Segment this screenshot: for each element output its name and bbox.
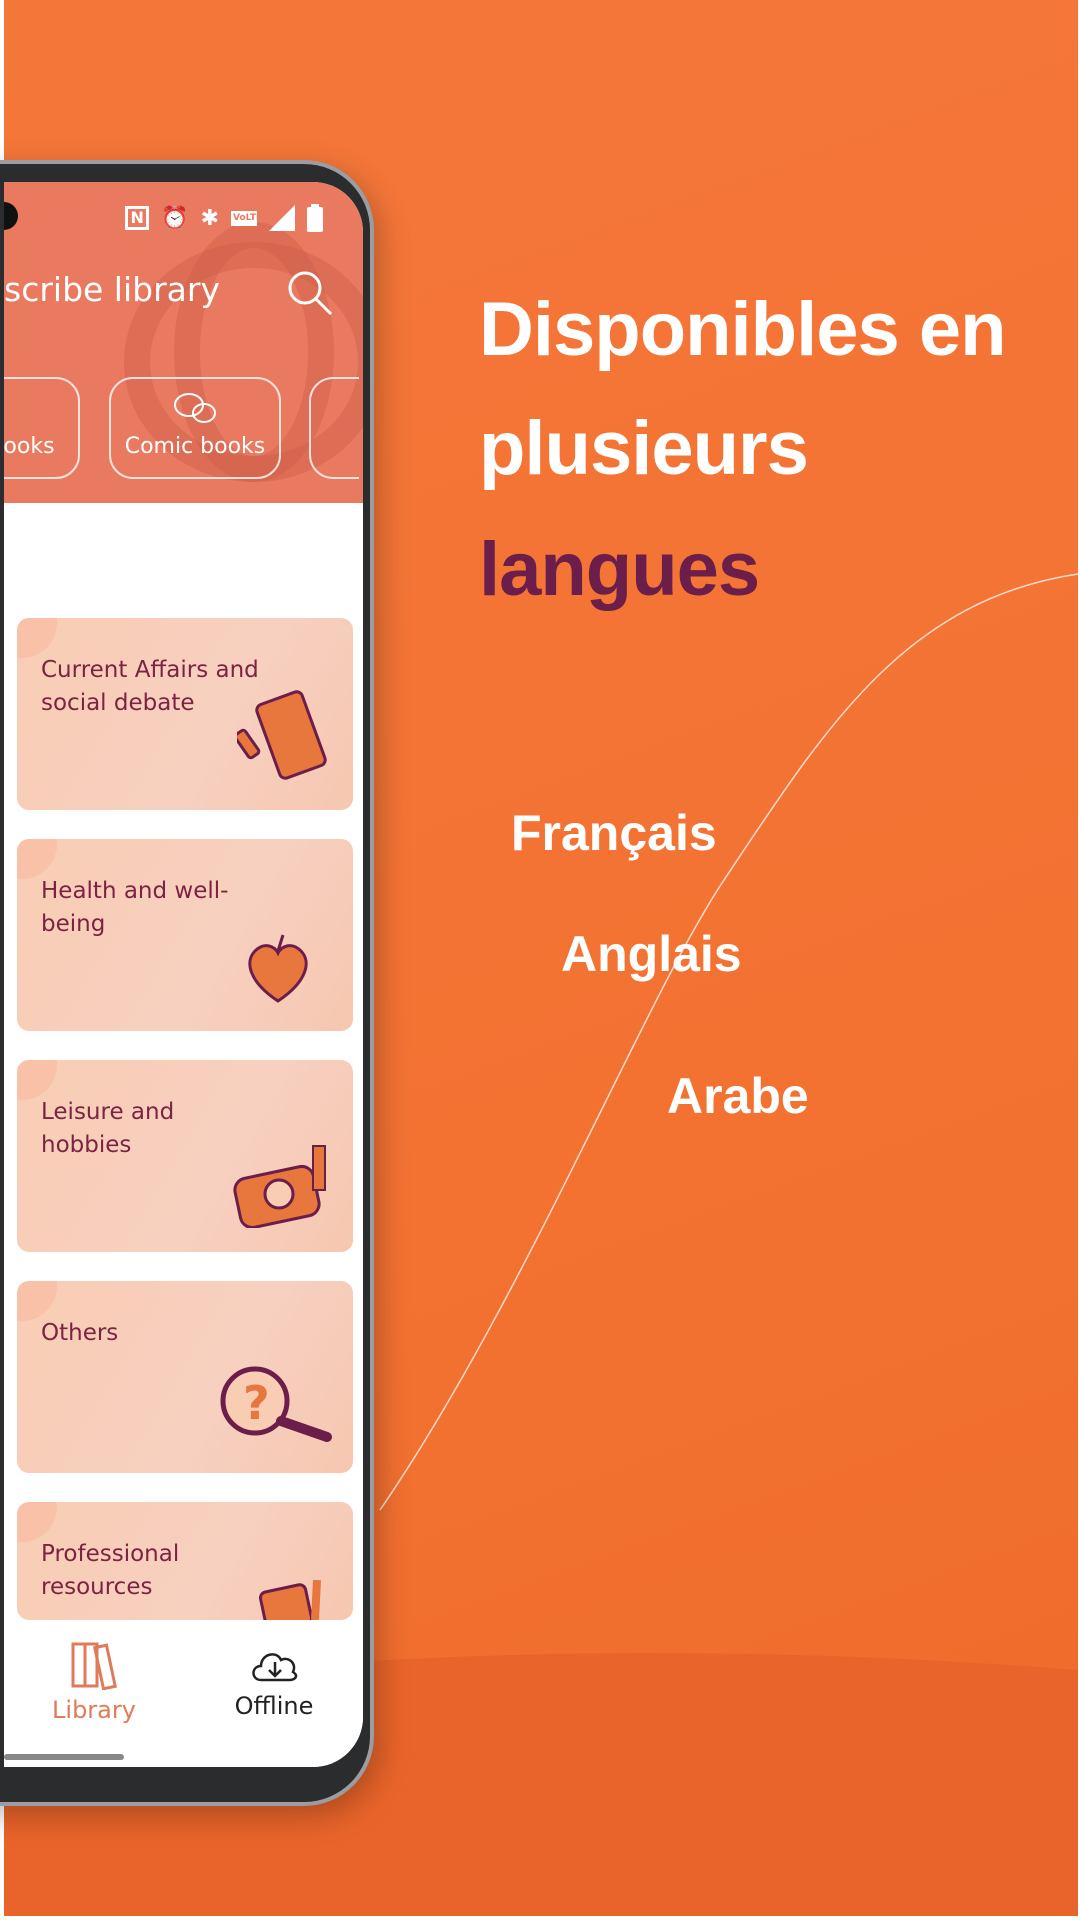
nav-label: Offline [234, 1692, 314, 1720]
category-label: Others [41, 1320, 119, 1346]
headline-line-3: langues [479, 527, 760, 612]
nav-offline[interactable]: Offline [214, 1640, 334, 1720]
phone-debate-icon [237, 690, 327, 780]
language-anglais: Anglais [561, 926, 742, 982]
signal-icon [269, 205, 295, 231]
headline-line-1: Disponibles en [479, 287, 1007, 372]
category-card-professional[interactable]: Professional resources [17, 1502, 353, 1620]
tools-calculator-icon [258, 1580, 321, 1620]
category-label: Health and well-being [41, 878, 229, 937]
camera-icon [233, 1145, 326, 1228]
bottom-navigation: Library Offline [4, 1620, 363, 1767]
category-card-current-affairs[interactable]: Current Affairs and social debate [17, 618, 353, 810]
search-icon[interactable] [287, 270, 333, 316]
nav-label: Library [52, 1696, 136, 1724]
chip-label: Comic books [124, 434, 266, 459]
chip-comic-books[interactable]: Comic books [109, 377, 281, 479]
app-title: scribe library [4, 270, 220, 309]
cloud-download-icon [252, 1653, 298, 1682]
category-card-health[interactable]: Health and well-being [17, 839, 353, 1031]
chip-label: books [4, 434, 55, 459]
category-label: Current Affairs and social debate [41, 657, 259, 716]
chat-bubbles-icon [174, 393, 216, 423]
chip-books[interactable]: books [4, 377, 80, 479]
chip-next[interactable] [309, 377, 359, 479]
volte-icon: VoLTE [231, 210, 262, 226]
apple-heart-icon [248, 934, 308, 1003]
category-card-others[interactable]: Others ? [17, 1281, 353, 1473]
status-bar: N ⏰ ✱ VoLTE [125, 204, 323, 232]
phone-screen: N ⏰ ✱ VoLTE scribe library books Comic b… [4, 182, 363, 1767]
battery-icon [307, 204, 323, 232]
bluetooth-icon: ✱ [200, 205, 219, 231]
language-arabe: Arabe [667, 1068, 809, 1124]
category-label: Leisure and hobbies [41, 1099, 175, 1158]
question-magnifier-icon: ? [220, 1366, 332, 1442]
nfc-icon: N [125, 206, 150, 230]
gesture-handle [4, 1754, 124, 1760]
alarm-icon: ⏰ [161, 205, 189, 231]
front-camera [4, 202, 18, 230]
headline-line-2: plusieurs [479, 406, 809, 491]
category-label: Professional resources [41, 1541, 180, 1600]
app-header: N ⏰ ✱ VoLTE scribe library books Comic b… [4, 182, 363, 503]
language-francais: Français [511, 805, 717, 861]
nav-library[interactable]: Library [34, 1640, 154, 1724]
svg-text:?: ? [243, 1376, 270, 1430]
category-card-leisure[interactable]: Leisure and hobbies [17, 1060, 353, 1252]
books-icon [71, 1642, 118, 1691]
